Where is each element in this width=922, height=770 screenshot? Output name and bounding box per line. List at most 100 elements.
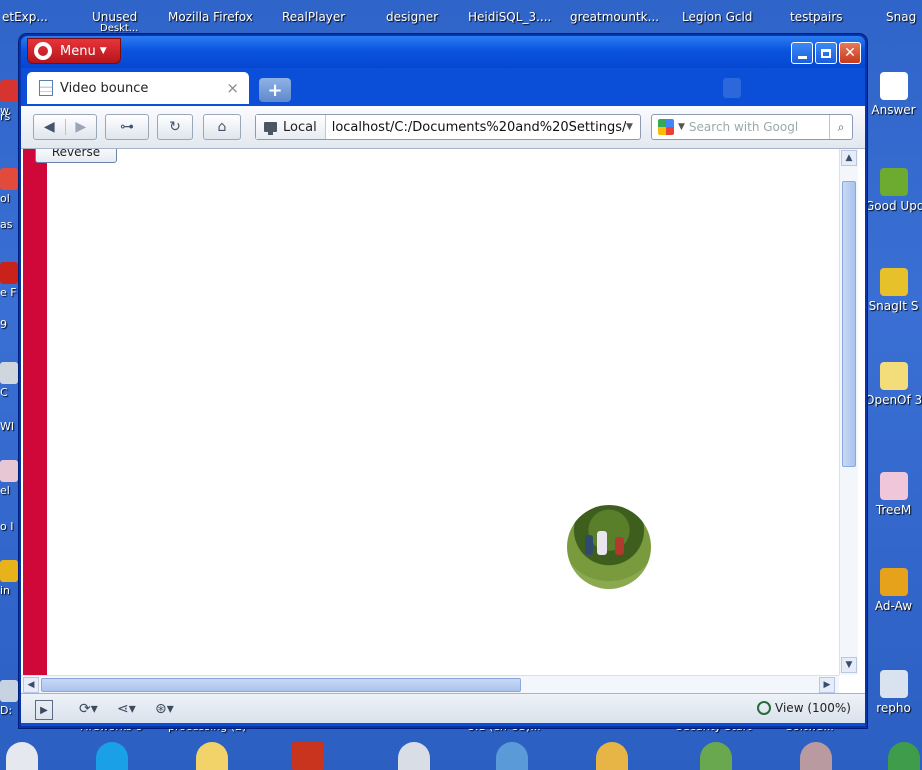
chevron-down-icon: ▼ — [99, 46, 107, 56]
horizontal-scroll-thumb[interactable] — [41, 678, 521, 692]
desktop-icon[interactable]: TreeM — [865, 472, 922, 517]
app-icon[interactable] — [496, 742, 528, 770]
search-input[interactable]: Search with Googl — [689, 120, 829, 134]
browser-window: Menu ▼ ✕ Video bounce × + ◀ ▶ ⊶ ↻ ⌂ Loca… — [19, 34, 867, 728]
tab-title: Video bounce — [60, 80, 149, 96]
desktop-icon[interactable]: repho — [865, 670, 922, 715]
back-forward-group: ◀ ▶ — [33, 114, 97, 140]
search-button[interactable]: ⌕ — [829, 115, 852, 139]
tab-video-bounce[interactable]: Video bounce × — [27, 72, 249, 104]
key-icon: ⊶ — [120, 119, 134, 135]
url-text[interactable]: localhost/C:/Documents%20and%20Settings/ — [326, 120, 626, 135]
adaware-icon — [879, 568, 908, 596]
vertical-scrollbar[interactable]: ▲ ▼ — [839, 149, 858, 675]
minimize-button[interactable] — [791, 42, 813, 64]
desktop-icon-label[interactable]: designer — [386, 10, 438, 24]
skype-icon[interactable] — [96, 742, 128, 770]
maximize-icon — [821, 48, 831, 58]
unite-icon[interactable]: ⊛▾ — [155, 700, 174, 718]
app-icon[interactable] — [292, 742, 324, 770]
panel-toggle-icon[interactable]: ▶ — [35, 700, 53, 720]
tab-bar: Video bounce × + — [21, 68, 865, 106]
desktop-icon-label[interactable]: Unused Deskt... — [92, 10, 138, 34]
scroll-down-icon[interactable]: ▼ — [841, 657, 857, 673]
desktop-icon[interactable]: Answer — [865, 72, 922, 117]
local-badge[interactable]: Local — [256, 115, 326, 139]
google-icon[interactable] — [658, 119, 674, 135]
desktop-icon[interactable]: SnagIt S — [865, 268, 922, 313]
share-icon[interactable]: ⋖▾ — [117, 700, 136, 718]
opera-menu-button[interactable]: Menu ▼ — [27, 38, 121, 64]
vertical-scroll-thumb[interactable] — [842, 181, 856, 467]
desktop-right-icons: Answer Good Upda SnagIt S OpenOf 3.2 (en… — [865, 0, 922, 770]
search-box[interactable]: ▼ Search with Googl ⌕ — [651, 114, 853, 140]
wand-key-button[interactable]: ⊶ — [105, 114, 149, 140]
address-bar[interactable]: Local localhost/C:/Documents%20and%20Set… — [255, 114, 641, 140]
app-icon — [879, 670, 908, 698]
maximize-button[interactable] — [815, 42, 837, 64]
app-icon[interactable] — [700, 742, 732, 770]
app-icon — [0, 362, 18, 384]
app-icon[interactable] — [398, 742, 430, 770]
desktop-icon-label[interactable]: greatmountk... — [570, 10, 659, 24]
close-button[interactable]: ✕ — [839, 42, 861, 64]
sync-icon[interactable]: ⟳▾ — [79, 700, 98, 718]
title-bar: Menu ▼ ✕ — [21, 36, 865, 68]
window-controls: ✕ — [791, 42, 861, 64]
chevron-down-icon[interactable]: ▼ — [678, 122, 685, 132]
folder-icon — [879, 362, 908, 390]
desktop-icon-label[interactable]: etExp... — [2, 10, 48, 24]
zoom-icon — [757, 701, 772, 715]
desktop-icon[interactable]: OpenOf 3.2 (en- — [865, 362, 922, 407]
tab-close-icon[interactable]: × — [226, 79, 239, 97]
page-icon — [39, 80, 53, 96]
app-icon[interactable] — [800, 742, 832, 770]
menu-label: Menu — [60, 43, 96, 59]
app-icon — [0, 460, 18, 482]
desktop-icon-label[interactable]: Mozilla Firefox — [168, 10, 253, 24]
home-icon: ⌂ — [217, 119, 227, 135]
tree-icon — [879, 472, 908, 500]
home-button[interactable]: ⌂ — [203, 114, 241, 140]
desktop-icon[interactable]: Ad-Aw — [865, 568, 922, 613]
app-icon — [0, 680, 18, 702]
trash-icon[interactable] — [723, 78, 741, 98]
video-figure — [585, 535, 593, 555]
back-arrow-icon[interactable]: ◀ — [34, 119, 66, 135]
scroll-right-icon[interactable]: ▶ — [819, 677, 835, 693]
update-icon — [879, 168, 908, 196]
desktop-icon-label[interactable]: RealPlayer — [282, 10, 345, 24]
desktop-icon-label[interactable]: HeidiSQL_3.... — [468, 10, 551, 24]
navigation-bar: ◀ ▶ ⊶ ↻ ⌂ Local localhost/C:/Documents%2… — [21, 106, 865, 149]
video-figure — [615, 537, 624, 555]
status-bar: ▶ ⟳▾ ⋖▾ ⊛▾ View (100%) — [21, 693, 865, 723]
scroll-up-icon[interactable]: ▲ — [841, 150, 857, 166]
desktop-icon-label[interactable]: testpairs — [790, 10, 843, 24]
desktop-icon[interactable]: Good Upda — [865, 168, 922, 213]
app-icon[interactable] — [6, 742, 38, 770]
horizontal-scrollbar[interactable]: ◀ ▶ — [21, 675, 839, 694]
forward-arrow-icon[interactable]: ▶ — [66, 119, 97, 135]
zoom-control[interactable]: View (100%) — [757, 701, 851, 715]
sidebar-panel[interactable] — [23, 149, 47, 675]
app-icon[interactable] — [888, 742, 920, 770]
folder-icon[interactable] — [196, 742, 228, 770]
app-icon — [0, 560, 18, 582]
app-icon — [0, 168, 18, 190]
app-icon[interactable] — [596, 742, 628, 770]
snagit-icon — [879, 268, 908, 296]
video-figure — [597, 531, 607, 555]
page-content: Reverse ▲ ▼ ◀ ▶ ▶ ⟳▾ ⋖▾ ⊛▾ View (100%) — [21, 149, 865, 723]
scroll-left-icon[interactable]: ◀ — [23, 677, 39, 693]
app-icon — [0, 80, 18, 102]
zoom-level: View (100%) — [775, 701, 851, 715]
monitor-icon — [264, 122, 277, 135]
reverse-button[interactable]: Reverse — [35, 149, 117, 163]
desktop-icon-label[interactable]: Legion Gcld — [682, 10, 752, 24]
bouncing-video[interactable] — [567, 505, 651, 589]
chevron-down-icon[interactable]: ▼ — [626, 122, 640, 132]
reload-button[interactable]: ↻ — [157, 114, 193, 140]
search-icon: ⌕ — [837, 119, 845, 134]
new-tab-button[interactable]: + — [259, 78, 291, 102]
minimize-icon — [797, 55, 807, 59]
